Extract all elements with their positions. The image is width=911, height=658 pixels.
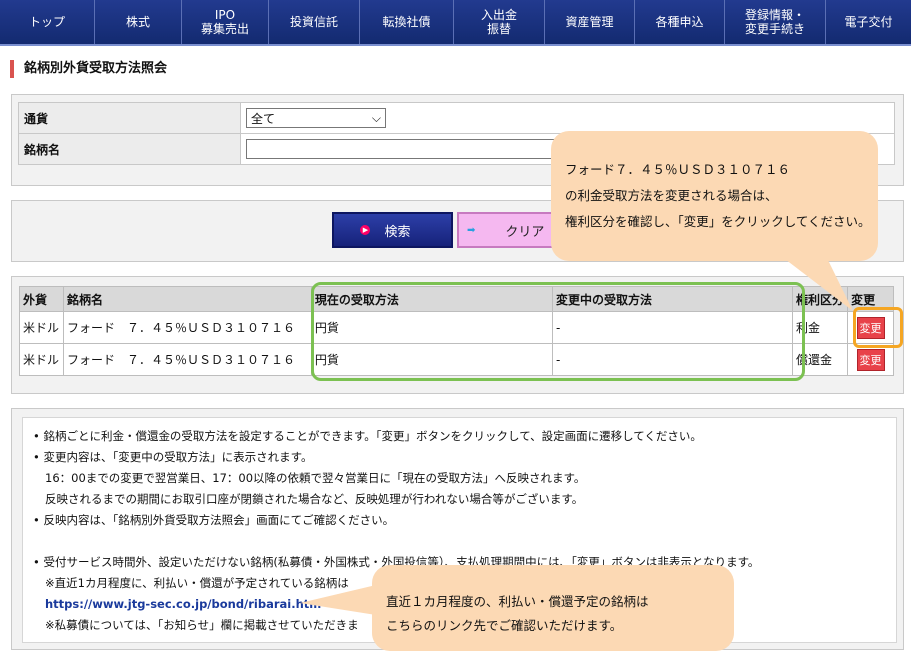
- change-button[interactable]: 変更: [856, 348, 885, 371]
- row-currency: 米ドル: [19, 343, 64, 376]
- callout-link-info: 直近１カ月程度の、利払い・償還予定の銘柄は こちらのリンク先でご確認いただけます…: [300, 565, 734, 651]
- nav-e-delivery[interactable]: 電子交付: [826, 0, 911, 44]
- note-spacer: [33, 531, 896, 552]
- callout-line: フォード７．４５％ＵＳＤ３１０７１６: [565, 162, 791, 177]
- note-line: • 銘柄ごとに利金・償還金の受取方法を設定することができます。「変更」ボタンをク…: [33, 429, 702, 443]
- note-line: • 変更内容は、「変更中の受取方法」に表示されます。: [33, 450, 313, 464]
- clear-button-label: クリア: [505, 224, 545, 240]
- nav-registration[interactable]: 登録情報・ 変更手続き: [725, 0, 826, 44]
- nav-cb[interactable]: 転換社債: [360, 0, 454, 44]
- nav-underline: [0, 44, 911, 46]
- title-accent: [10, 60, 14, 78]
- method-columns-highlight: [311, 282, 805, 381]
- row-currency: 米ドル: [19, 311, 64, 344]
- col-name: 銘柄名: [62, 286, 312, 312]
- play-icon: ▶: [360, 225, 371, 235]
- nav-assets[interactable]: 資産管理: [545, 0, 635, 44]
- col-currency: 外貨: [19, 286, 64, 312]
- nav-transfer[interactable]: 入出金 振替: [454, 0, 545, 44]
- callout-line: 権利区分を確認し、「変更」をクリックしてください。: [565, 214, 871, 229]
- note-line: 16：00までの変更で翌営業日、17：00以降の依頼で翌々営業日に「現在の受取方…: [45, 471, 586, 485]
- callout-line: こちらのリンク先でご確認いただけます。: [386, 618, 623, 633]
- nav-ipo[interactable]: IPO 募集売出: [182, 0, 269, 44]
- nav-applications[interactable]: 各種申込: [635, 0, 725, 44]
- search-button[interactable]: ▶ 検索: [332, 212, 453, 248]
- row-name: フォード ７．４５％ＵＳＤ３１０７１６: [62, 311, 312, 344]
- note-line: 反映されるまでの期間にお取引口座が閉鎖された場合など、反映処理が行われない場合等…: [45, 492, 584, 506]
- note-line: • 反映内容は、「銘柄別外貨受取方法照会」画面にてご確認ください。: [33, 513, 395, 527]
- row-name: フォード ７．４５％ＵＳＤ３１０７１６: [62, 343, 312, 376]
- main-nav: トップ 株式 IPO 募集売出 投資信託 転換社債 入出金 振替 資産管理 各種…: [0, 0, 911, 44]
- currency-select[interactable]: 全て ⌵: [246, 108, 386, 128]
- callout-line: 直近１カ月程度の、利払い・償還予定の銘柄は: [386, 594, 649, 609]
- currency-label: 通貨: [18, 102, 241, 134]
- search-button-label: 検索: [384, 224, 411, 240]
- nav-funds[interactable]: 投資信託: [269, 0, 360, 44]
- callout-line: の利金受取方法を変更される場合は、: [565, 188, 778, 203]
- currency-select-value: 全て: [251, 111, 276, 126]
- callout-change-instruction: フォード７．４５％ＵＳＤ３１０７１６ の利金受取方法を変更される場合は、 権利区…: [551, 131, 878, 311]
- page-title: 銘柄別外貨受取方法照会: [24, 61, 168, 76]
- chevron-down-icon: ⌵: [371, 110, 381, 125]
- nav-top[interactable]: トップ: [0, 0, 95, 44]
- nav-stocks[interactable]: 株式: [95, 0, 182, 44]
- arrow-right-icon: ➡: [467, 224, 476, 236]
- name-label: 銘柄名: [18, 133, 241, 165]
- change-button-highlight: [853, 307, 903, 348]
- ribarai-link[interactable]: https://www.jtg-sec.co.jp/bond/ribarai.h…: [45, 597, 321, 611]
